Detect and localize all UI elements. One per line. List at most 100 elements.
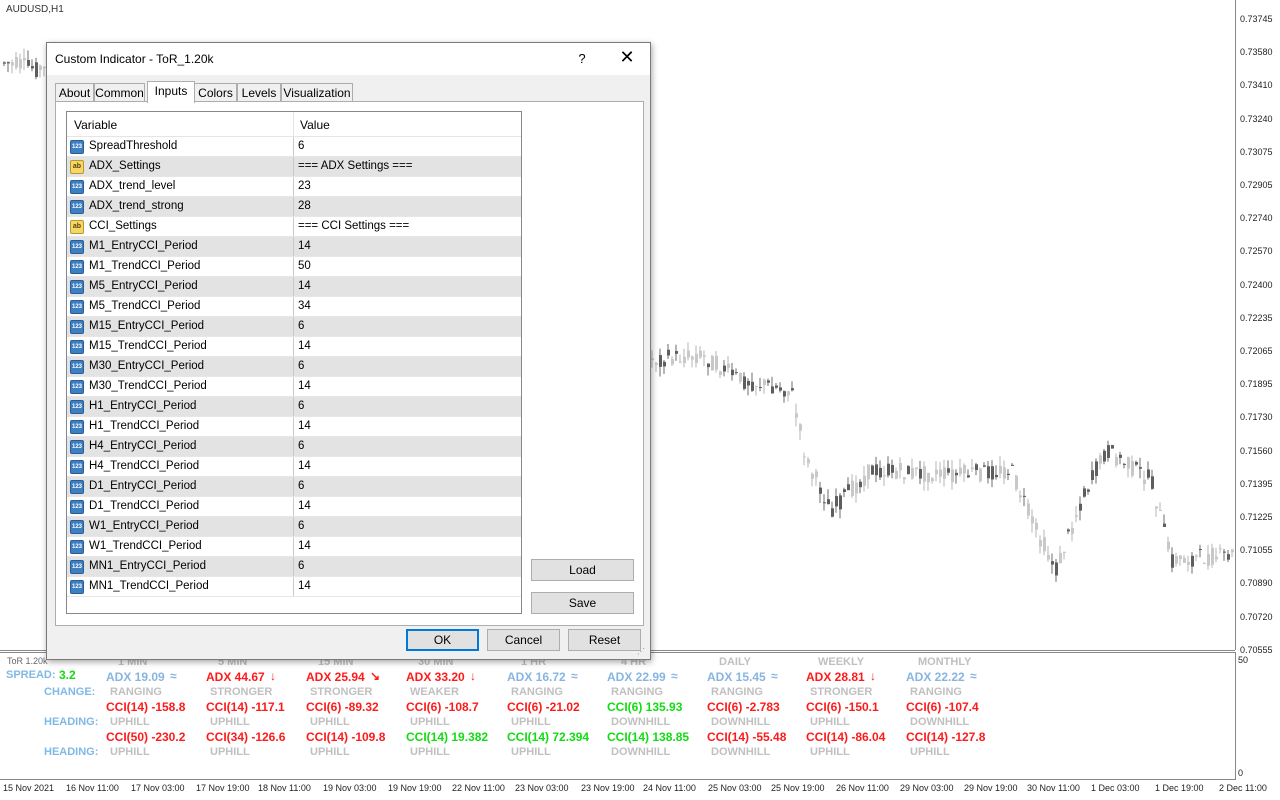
candle-body [883,475,886,477]
header-separator[interactable] [293,112,294,136]
tab-colors[interactable]: Colors [194,83,237,102]
variable-value[interactable]: 6 [298,520,304,532]
input-row[interactable]: 123 H1_TrendCCI_Period 14 [67,417,521,437]
load-button[interactable]: Load [531,559,634,581]
input-row[interactable]: 123 M15_TrendCCI_Period 14 [67,337,521,357]
candle-body [1059,552,1062,564]
heading-value: DOWNHILL [910,716,970,728]
resize-grip-icon[interactable]: ⋰ [637,647,647,657]
input-row[interactable]: ab CCI_Settings === CCI Settings === [67,217,521,237]
sub-scale-line [1235,652,1236,780]
input-row[interactable]: 123 W1_EntryCCI_Period 6 [67,517,521,537]
variable-value[interactable]: 28 [298,200,311,212]
variable-value[interactable]: 34 [298,300,311,312]
variable-value[interactable]: 6 [298,560,304,572]
adx-state: STRONGER [210,686,273,698]
candle-body [1171,554,1174,568]
custom-indicator-dialog[interactable]: Custom Indicator - ToR_1.20k ? ✕ About C… [46,42,651,660]
candle-body [659,355,662,367]
tab-visualization[interactable]: Visualization [281,83,353,102]
header-variable[interactable]: Variable [74,118,117,132]
tab-about[interactable]: About [55,83,94,102]
heading-value: UPHILL [110,716,150,728]
input-row[interactable]: 123 M5_TrendCCI_Period 34 [67,297,521,317]
candle-body [971,467,974,470]
input-row[interactable]: 123 M30_TrendCCI_Period 14 [67,377,521,397]
variable-value[interactable]: 14 [298,580,311,592]
variable-value[interactable]: 14 [298,460,311,472]
input-row[interactable]: 123 M1_TrendCCI_Period 50 [67,257,521,277]
input-row[interactable]: 123 M1_EntryCCI_Period 14 [67,237,521,257]
variable-value[interactable]: 6 [298,320,304,332]
input-row[interactable]: 123 H1_EntryCCI_Period 6 [67,397,521,417]
cci-trend-value: CCI(50) -230.2 [106,730,186,744]
integer-type-icon: 123 [70,180,84,194]
cancel-button[interactable]: Cancel [487,629,560,651]
cci-entry-value: CCI(14) -117.1 [206,700,285,714]
input-row[interactable]: 123 M15_EntryCCI_Period 6 [67,317,521,337]
candle-body [699,350,702,358]
variable-value[interactable]: 14 [298,500,311,512]
input-row[interactable]: 123 MN1_EntryCCI_Period 6 [67,557,521,577]
variable-value[interactable]: 6 [298,400,304,412]
close-icon[interactable]: ✕ [619,47,635,68]
tab-levels[interactable]: Levels [237,83,281,102]
variable-value[interactable]: 14 [298,340,311,352]
input-row[interactable]: 123 H4_EntryCCI_Period 6 [67,437,521,457]
variable-value[interactable]: 14 [298,540,311,552]
cci-entry-value: CCI(6) -108.7 [406,700,479,714]
time-label: 16 Nov 11:00 [66,783,119,793]
inputs-grid[interactable]: Variable Value 123 SpreadThreshold 6 ab ADX_… [66,111,522,614]
input-row[interactable]: 123 ADX_trend_strong 28 [67,197,521,217]
input-row[interactable]: ab ADX_Settings === ADX Settings === [67,157,521,177]
input-row[interactable]: 123 M5_EntryCCI_Period 14 [67,277,521,297]
adx-value: ADX 19.09 [106,670,165,684]
variable-value[interactable]: 23 [298,180,311,192]
help-button[interactable]: ? [575,51,589,66]
variable-value[interactable]: === CCI Settings === [298,220,409,232]
input-row[interactable]: 123 D1_EntryCCI_Period 6 [67,477,521,497]
adx-trend-icon: ≈ [970,669,977,683]
variable-name: D1_EntryCCI_Period [89,480,197,492]
candle-body [715,355,718,370]
variable-value[interactable]: 6 [298,480,304,492]
variable-value[interactable]: 6 [298,140,304,152]
integer-type-icon: 123 [70,540,84,554]
input-row[interactable]: 123 W1_TrendCCI_Period 14 [67,537,521,557]
candle-body [915,467,918,470]
spread-value: 3.2 [59,668,76,682]
candle-body [1015,475,1018,490]
variable-value[interactable]: 6 [298,440,304,452]
variable-value[interactable]: 50 [298,260,311,272]
input-row[interactable]: 123 SpreadThreshold 6 [67,137,521,157]
variable-value[interactable]: 14 [298,240,311,252]
input-row[interactable]: 123 ADX_trend_level 23 [67,177,521,197]
integer-type-icon: 123 [70,460,84,474]
tab-inputs[interactable]: Inputs [147,81,195,103]
tab-common[interactable]: Common [94,83,145,102]
input-row[interactable]: 123 H4_TrendCCI_Period 14 [67,457,521,477]
variable-name: H1_TrendCCI_Period [89,420,200,432]
candle-body [683,356,686,364]
input-row[interactable]: 123 M30_EntryCCI_Period 6 [67,357,521,377]
variable-value[interactable]: 14 [298,420,311,432]
variable-value[interactable]: 14 [298,380,311,392]
ok-button[interactable]: OK [406,629,479,651]
input-row[interactable]: 123 D1_TrendCCI_Period 14 [67,497,521,517]
integer-type-icon: 123 [70,580,84,594]
save-button[interactable]: Save [531,592,634,614]
candle-body [27,59,30,66]
adx-value: ADX 15.45 [707,670,766,684]
variable-value[interactable]: 6 [298,360,304,372]
candle-body [855,482,858,494]
candle-body [811,473,814,479]
variable-value[interactable]: 14 [298,280,311,292]
column-separator [293,477,294,497]
input-row[interactable]: 123 MN1_TrendCCI_Period 14 [67,577,521,597]
dialog-titlebar[interactable]: Custom Indicator - ToR_1.20k ? ✕ [47,43,650,75]
heading-value: DOWNHILL [611,716,671,728]
candle-body [687,350,690,358]
variable-value[interactable]: === ADX Settings === [298,160,412,172]
reset-button[interactable]: Reset [568,629,641,651]
header-value[interactable]: Value [300,118,330,132]
